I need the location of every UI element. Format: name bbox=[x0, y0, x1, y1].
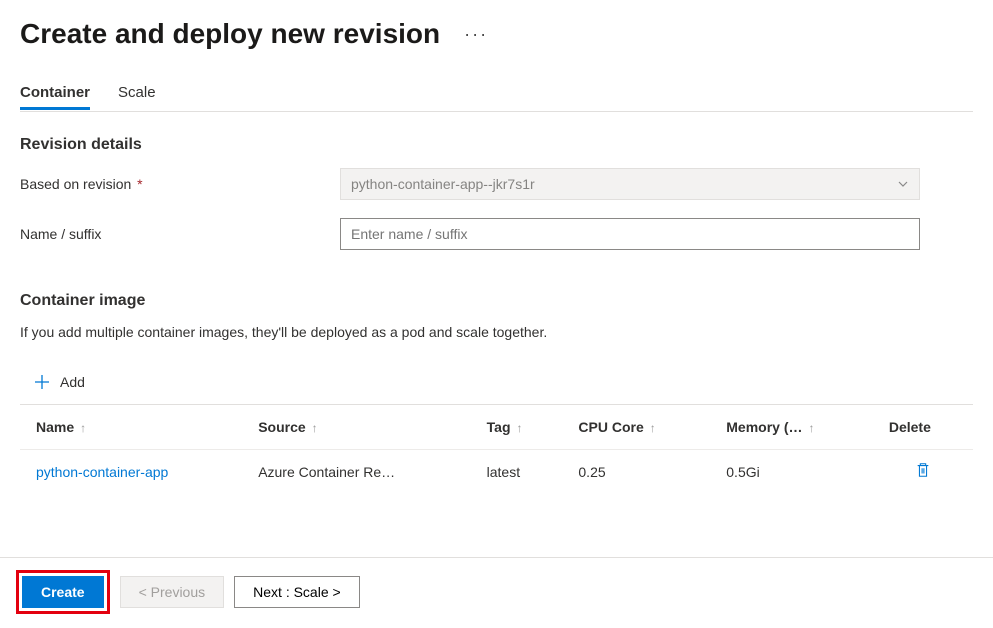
sort-arrow-icon: ↑ bbox=[650, 421, 656, 435]
create-button[interactable]: Create bbox=[22, 576, 104, 608]
create-highlight: Create bbox=[16, 570, 110, 614]
plus-icon bbox=[34, 374, 50, 390]
sort-arrow-icon: ↑ bbox=[80, 421, 86, 435]
col-source[interactable]: Source↑ bbox=[242, 405, 470, 450]
tabs-bar: Container Scale bbox=[0, 56, 993, 111]
row-name-link[interactable]: python-container-app bbox=[20, 450, 242, 494]
table-row: python-container-app Azure Container Re…… bbox=[20, 450, 973, 494]
name-suffix-input[interactable] bbox=[351, 226, 909, 242]
footer-bar: Create < Previous Next : Scale > bbox=[0, 557, 993, 618]
revision-details-section: Revision details Based on revision * pyt… bbox=[0, 112, 993, 250]
row-source: Azure Container Re… bbox=[242, 450, 470, 494]
tab-scale[interactable]: Scale bbox=[118, 84, 156, 110]
required-asterisk: * bbox=[133, 176, 142, 192]
sort-arrow-icon: ↑ bbox=[312, 421, 318, 435]
add-label: Add bbox=[60, 374, 85, 390]
col-memory[interactable]: Memory (…↑ bbox=[710, 405, 873, 450]
container-image-section: Container image If you add multiple cont… bbox=[0, 268, 993, 493]
name-suffix-input-wrap bbox=[340, 218, 920, 250]
container-image-heading: Container image bbox=[20, 292, 973, 310]
based-on-revision-select[interactable]: python-container-app--jkr7s1r bbox=[340, 168, 920, 200]
name-suffix-label: Name / suffix bbox=[20, 226, 340, 242]
based-on-revision-label: Based on revision * bbox=[20, 176, 340, 192]
revision-details-heading: Revision details bbox=[20, 136, 973, 154]
row-cpu: 0.25 bbox=[562, 450, 710, 494]
tab-container[interactable]: Container bbox=[20, 84, 90, 110]
col-tag[interactable]: Tag↑ bbox=[471, 405, 563, 450]
container-image-description: If you add multiple container images, th… bbox=[20, 324, 973, 340]
col-cpu[interactable]: CPU Core↑ bbox=[562, 405, 710, 450]
previous-button: < Previous bbox=[120, 576, 225, 608]
more-actions-icon[interactable]: ··· bbox=[464, 24, 488, 45]
chevron-down-icon bbox=[897, 178, 909, 190]
delete-row-button[interactable] bbox=[915, 465, 931, 481]
col-name[interactable]: Name↑ bbox=[20, 405, 242, 450]
based-on-revision-value: python-container-app--jkr7s1r bbox=[351, 176, 535, 192]
col-delete: Delete bbox=[873, 405, 973, 450]
sort-arrow-icon: ↑ bbox=[809, 421, 815, 435]
row-tag: latest bbox=[471, 450, 563, 494]
next-scale-button[interactable]: Next : Scale > bbox=[234, 576, 360, 608]
sort-arrow-icon: ↑ bbox=[517, 421, 523, 435]
container-table: Name↑ Source↑ Tag↑ CPU Core↑ Memory (…↑ … bbox=[20, 404, 973, 493]
add-container-button[interactable]: Add bbox=[20, 364, 973, 404]
row-memory: 0.5Gi bbox=[710, 450, 873, 494]
page-title: Create and deploy new revision bbox=[20, 18, 440, 50]
